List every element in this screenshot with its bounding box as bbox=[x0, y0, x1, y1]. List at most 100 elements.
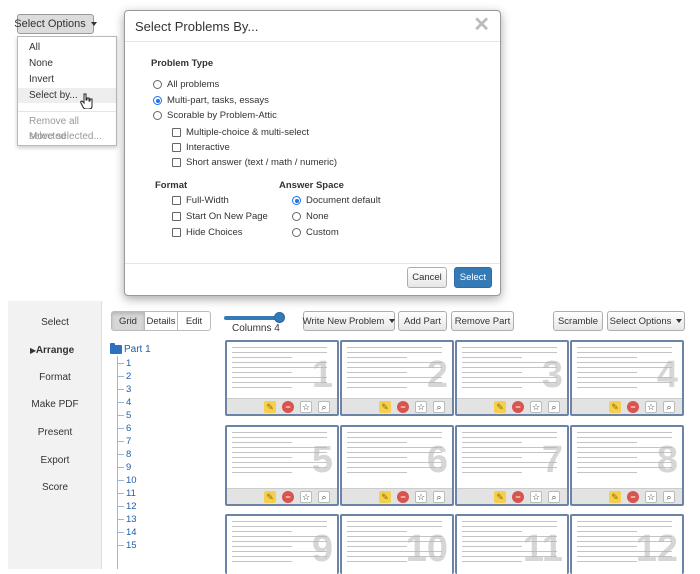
tab-grid[interactable]: Grid bbox=[111, 311, 145, 331]
scramble-button[interactable]: Scramble bbox=[553, 311, 603, 331]
tree-item[interactable]: 10 bbox=[117, 474, 137, 486]
star-icon[interactable]: ☆ bbox=[530, 491, 542, 503]
problem-card[interactable]: 6 ✎ − ☆ ⌕ bbox=[340, 425, 454, 506]
star-icon[interactable]: ☆ bbox=[415, 491, 427, 503]
tree-item[interactable]: 1 bbox=[117, 357, 131, 369]
star-icon[interactable]: ☆ bbox=[645, 491, 657, 503]
radio-multi-part[interactable]: Multi-part, tasks, essays bbox=[153, 95, 269, 106]
pencil-icon[interactable]: ✎ bbox=[494, 491, 506, 503]
pencil-icon[interactable]: ✎ bbox=[264, 491, 276, 503]
tree-part-1[interactable]: Part 1 bbox=[110, 343, 151, 355]
remove-icon[interactable]: − bbox=[512, 491, 524, 503]
radio-document-default[interactable]: Document default bbox=[292, 195, 380, 206]
checkbox-multiple-choice[interactable]: Multiple-choice & multi-select bbox=[172, 127, 309, 138]
tree-item[interactable]: 14 bbox=[117, 526, 137, 538]
cancel-button[interactable]: Cancel bbox=[407, 267, 447, 288]
remove-icon[interactable]: − bbox=[397, 401, 409, 413]
problem-card[interactable]: 12 bbox=[570, 514, 684, 574]
sidebar-item-score[interactable]: Score bbox=[8, 482, 102, 493]
problem-card[interactable]: 3 ✎ − ☆ ⌕ bbox=[455, 340, 569, 416]
sidebar-item-make-pdf[interactable]: Make PDF bbox=[8, 399, 102, 410]
problem-card[interactable]: 9 bbox=[225, 514, 339, 574]
tree-item[interactable]: 5 bbox=[117, 409, 131, 421]
menu-item-invert[interactable]: Invert bbox=[18, 72, 116, 87]
problem-card[interactable]: 5 ✎ − ☆ ⌕ bbox=[225, 425, 339, 506]
checkbox-hide-choices[interactable]: Hide Choices bbox=[172, 227, 243, 238]
pencil-icon[interactable]: ✎ bbox=[379, 491, 391, 503]
problem-card[interactable]: 1 ✎ − ☆ ⌕ bbox=[225, 340, 339, 416]
sidebar-item-select[interactable]: Select bbox=[8, 317, 102, 328]
checkbox-start-new-page[interactable]: Start On New Page bbox=[172, 211, 268, 222]
pencil-icon[interactable]: ✎ bbox=[379, 401, 391, 413]
magnifier-icon[interactable]: ⌕ bbox=[548, 491, 560, 503]
magnifier-icon[interactable]: ⌕ bbox=[433, 491, 445, 503]
magnifier-icon[interactable]: ⌕ bbox=[433, 401, 445, 413]
checkbox-interactive[interactable]: Interactive bbox=[172, 142, 230, 153]
star-icon[interactable]: ☆ bbox=[300, 491, 312, 503]
remove-icon[interactable]: − bbox=[627, 401, 639, 413]
problem-card[interactable]: 7 ✎ − ☆ ⌕ bbox=[455, 425, 569, 506]
problem-card[interactable]: 2 ✎ − ☆ ⌕ bbox=[340, 340, 454, 416]
checkbox-full-width[interactable]: Full-Width bbox=[172, 195, 229, 206]
sidebar-item-arrange[interactable]: Arrange bbox=[8, 345, 102, 356]
tree-item[interactable]: 9 bbox=[117, 461, 131, 473]
tree-item[interactable]: 3 bbox=[117, 383, 131, 395]
menu-item-all[interactable]: All bbox=[18, 40, 116, 55]
remove-part-button[interactable]: Remove Part bbox=[451, 311, 514, 331]
pencil-icon[interactable]: ✎ bbox=[609, 491, 621, 503]
tree-item[interactable]: 13 bbox=[117, 513, 137, 525]
radio-answer-custom[interactable]: Custom bbox=[292, 227, 339, 238]
tab-details[interactable]: Details bbox=[144, 311, 178, 331]
star-icon[interactable]: ☆ bbox=[300, 401, 312, 413]
tree-item[interactable]: 7 bbox=[117, 435, 131, 447]
sidebar-item-present[interactable]: Present bbox=[8, 427, 102, 438]
radio-answer-none[interactable]: None bbox=[292, 211, 329, 222]
magnifier-icon[interactable]: ⌕ bbox=[548, 401, 560, 413]
problem-card[interactable]: 11 bbox=[455, 514, 569, 574]
thumbnail-text-line bbox=[577, 432, 672, 433]
star-icon[interactable]: ☆ bbox=[530, 401, 542, 413]
columns-slider-track[interactable] bbox=[224, 316, 280, 320]
write-new-problem-button[interactable]: Write New Problem bbox=[303, 311, 396, 331]
tree-item[interactable]: 8 bbox=[117, 448, 131, 460]
select-button[interactable]: Select bbox=[454, 267, 492, 288]
remove-icon[interactable]: − bbox=[512, 401, 524, 413]
select-options-dropdown-button[interactable]: Select Options bbox=[14, 14, 97, 34]
sidebar-item-format[interactable]: Format bbox=[8, 372, 102, 383]
remove-icon[interactable]: − bbox=[627, 491, 639, 503]
tree-item[interactable]: 4 bbox=[117, 396, 131, 408]
star-icon[interactable]: ☆ bbox=[645, 401, 657, 413]
menu-item-select-by[interactable]: Select by... bbox=[18, 88, 116, 103]
checkbox-short-answer[interactable]: Short answer (text / math / numeric) bbox=[172, 157, 337, 168]
remove-icon[interactable]: − bbox=[282, 401, 294, 413]
select-options-button[interactable]: Select Options bbox=[607, 311, 685, 331]
add-part-button[interactable]: Add Part bbox=[398, 311, 447, 331]
remove-icon[interactable]: − bbox=[282, 491, 294, 503]
tree-item[interactable]: 15 bbox=[117, 539, 137, 551]
magnifier-icon[interactable]: ⌕ bbox=[318, 491, 330, 503]
pencil-icon[interactable]: ✎ bbox=[264, 401, 276, 413]
columns-slider-handle[interactable] bbox=[274, 312, 285, 323]
close-icon[interactable]: ✕ bbox=[473, 15, 490, 35]
pencil-icon[interactable]: ✎ bbox=[609, 401, 621, 413]
problem-card[interactable]: 10 bbox=[340, 514, 454, 574]
radio-label: None bbox=[306, 211, 329, 222]
radio-all-problems[interactable]: All problems bbox=[153, 79, 219, 90]
star-icon[interactable]: ☆ bbox=[415, 401, 427, 413]
tree-item[interactable]: 12 bbox=[117, 500, 137, 512]
magnifier-icon[interactable]: ⌕ bbox=[318, 401, 330, 413]
tab-edit[interactable]: Edit bbox=[177, 311, 211, 331]
pencil-icon[interactable]: ✎ bbox=[494, 401, 506, 413]
sidebar-item-export[interactable]: Export bbox=[8, 455, 102, 466]
problem-card[interactable]: 4 ✎ − ☆ ⌕ bbox=[570, 340, 684, 416]
remove-icon[interactable]: − bbox=[397, 491, 409, 503]
magnifier-icon[interactable]: ⌕ bbox=[663, 401, 675, 413]
menu-item-none[interactable]: None bbox=[18, 56, 116, 71]
problem-card[interactable]: 8 ✎ − ☆ ⌕ bbox=[570, 425, 684, 506]
tree-item[interactable]: 6 bbox=[117, 422, 131, 434]
tree-item[interactable]: 11 bbox=[117, 487, 136, 499]
tree-item[interactable]: 2 bbox=[117, 370, 131, 382]
magnifier-icon[interactable]: ⌕ bbox=[663, 491, 675, 503]
radio-scorable[interactable]: Scorable by Problem-Attic bbox=[153, 110, 277, 121]
thumbnail-text-line bbox=[462, 352, 557, 353]
